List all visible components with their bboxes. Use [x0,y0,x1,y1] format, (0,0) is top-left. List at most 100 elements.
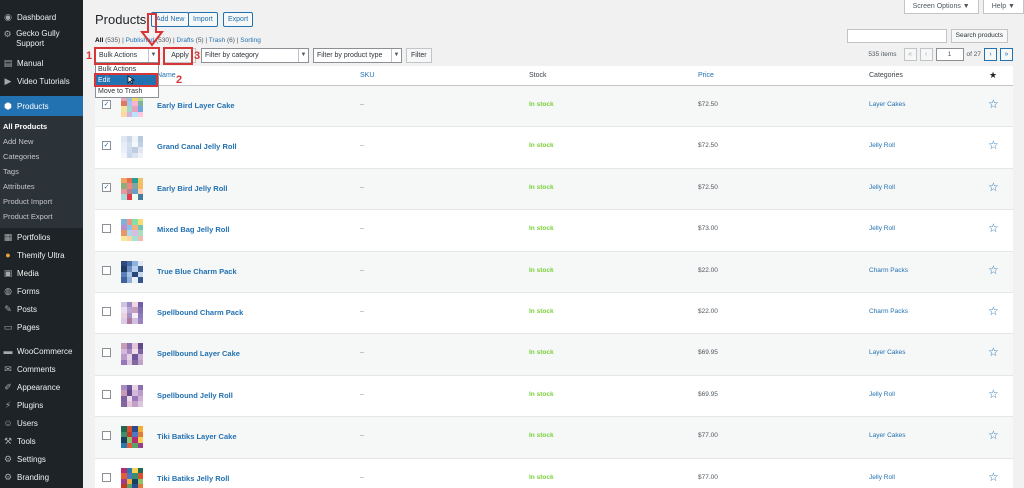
submenu-product-export[interactable]: Product Export [0,209,83,224]
menu-appearance[interactable]: ✐ Appearance [0,378,83,396]
product-thumbnail[interactable] [121,384,143,407]
product-category-link[interactable]: Layer Cakes [869,101,906,108]
product-name-link[interactable]: Mixed Bag Jelly Roll [157,225,230,234]
menu-products[interactable]: ⬢ Products [0,96,83,116]
submenu-add-new[interactable]: Add New [0,134,83,149]
menu-posts[interactable]: ✎ Posts [0,300,83,318]
row-checkbox[interactable] [102,389,111,399]
product-category-link[interactable]: Jelly Roll [869,225,895,232]
featured-star-icon[interactable]: ☆ [988,138,999,152]
column-name[interactable]: Name [157,72,176,79]
product-thumbnail[interactable] [121,301,143,324]
product-thumbnail[interactable] [121,343,143,366]
annotation-number-3: 3 [194,50,201,62]
current-page-input[interactable]: 1 [935,48,964,61]
menu-gecko-support[interactable]: ⚙ Gecko Gully Support [0,26,83,54]
submenu-all-products[interactable]: All Products [0,119,83,134]
menu-portfolios[interactable]: ▦ Portfolios [0,228,83,246]
dropdown-option-move-to-trash[interactable]: Move to Trash [96,86,158,97]
product-name-link[interactable]: Tiki Batiks Jelly Roll [157,474,229,483]
submenu-categories[interactable]: Categories [0,149,83,164]
row-checkbox[interactable] [102,348,111,358]
product-thumbnail[interactable] [121,177,143,200]
featured-star-icon[interactable]: ☆ [988,304,999,318]
row-checkbox[interactable] [102,224,111,234]
product-thumbnail[interactable] [121,136,143,159]
screen-options-button[interactable]: Screen Options ▼ [903,0,979,14]
featured-star-icon[interactable]: ☆ [988,470,999,484]
filter-product-type-select[interactable]: Filter by product type ▼ [313,48,402,63]
row-checkbox[interactable] [102,265,111,275]
view-drafts[interactable]: Drafts [177,37,194,44]
menu-settings[interactable]: ⚙ Settings [0,450,83,468]
product-name-link[interactable]: Tiki Batiks Layer Cake [157,432,237,441]
menu-manual[interactable]: ▤ Manual [0,54,83,72]
submenu-product-import[interactable]: Product Import [0,194,83,209]
first-page-button[interactable]: « [903,48,917,61]
product-name-link[interactable]: Spellbound Jelly Roll [157,391,233,400]
product-category-link[interactable]: Charm Packs [869,308,908,315]
featured-star-icon[interactable]: ☆ [988,428,999,442]
filter-button[interactable]: Filter [406,48,432,63]
featured-star-icon[interactable]: ☆ [988,263,999,277]
export-button[interactable]: Export [223,12,254,27]
featured-star-icon[interactable]: ☆ [988,387,999,401]
row-checkbox[interactable]: ✓ [102,141,111,151]
submenu-attributes[interactable]: Attributes [0,179,83,194]
prev-page-button[interactable]: ‹ [919,48,933,61]
next-page-button[interactable]: › [984,48,997,61]
row-checkbox[interactable]: ✓ [102,100,111,109]
import-button[interactable]: Import [188,12,218,27]
featured-star-icon[interactable]: ★ [989,70,997,81]
menu-plugins[interactable]: ⚡ Plugins [0,396,83,414]
product-category-link[interactable]: Jelly Roll [869,391,895,398]
menu-forms[interactable]: ◍ Forms [0,282,83,300]
featured-star-icon[interactable]: ☆ [988,221,999,235]
view-trash[interactable]: Trash [209,37,225,44]
last-page-button[interactable]: » [1000,48,1013,61]
featured-star-icon[interactable]: ☆ [988,345,999,359]
product-name-link[interactable]: Early Bird Jelly Roll [157,184,227,193]
featured-star-icon[interactable]: ☆ [988,180,999,194]
help-button[interactable]: Help ▼ [982,0,1024,14]
search-input[interactable] [846,29,947,43]
row-checkbox[interactable]: ✓ [102,182,111,192]
product-category-link[interactable]: Jelly Roll [869,474,895,481]
product-category-link[interactable]: Charm Packs [869,267,908,274]
column-price[interactable]: Price [698,72,714,79]
product-category-link[interactable]: Jelly Roll [869,142,895,149]
product-thumbnail[interactable] [121,467,143,488]
submenu-tags[interactable]: Tags [0,164,83,179]
row-checkbox[interactable] [102,472,111,482]
menu-pages[interactable]: ▭ Pages [0,318,83,336]
row-checkbox[interactable] [102,431,111,441]
menu-branding[interactable]: ⚙ Branding [0,468,83,486]
featured-star-icon[interactable]: ☆ [988,97,999,111]
product-name-link[interactable]: Spellbound Charm Pack [157,308,243,317]
product-thumbnail[interactable] [121,95,143,117]
product-category-link[interactable]: Layer Cakes [869,432,906,439]
view-all[interactable]: All [95,37,103,44]
menu-woocommerce[interactable]: ▬ WooCommerce [0,342,83,360]
product-name-link[interactable]: Early Bird Layer Cake [157,101,235,110]
search-products-button[interactable]: Search products [950,29,1008,43]
product-thumbnail[interactable] [121,426,143,449]
column-sku[interactable]: SKU [360,72,374,79]
product-category-link[interactable]: Jelly Roll [869,184,895,191]
product-thumbnail[interactable] [121,260,143,283]
filter-category-select[interactable]: Filter by category ▼ [201,48,309,63]
menu-users[interactable]: ☺ Users [0,414,83,432]
product-name-link[interactable]: Spellbound Layer Cake [157,349,240,358]
product-thumbnail[interactable] [121,219,143,242]
menu-comments[interactable]: ✉ Comments [0,360,83,378]
product-category-link[interactable]: Layer Cakes [869,349,906,356]
view-sorting[interactable]: Sorting [240,37,261,44]
product-name-link[interactable]: Grand Canal Jelly Roll [157,142,237,151]
row-checkbox[interactable] [102,306,111,316]
menu-themify-ultra[interactable]: ● Themify Ultra [0,246,83,264]
menu-dashboard[interactable]: ◉ Dashboard [0,8,83,26]
menu-video-tutorials[interactable]: ▶ Video Tutorials [0,72,83,90]
menu-media[interactable]: ▣ Media [0,264,83,282]
product-name-link[interactable]: True Blue Charm Pack [157,267,237,276]
menu-tools[interactable]: ⚒ Tools [0,432,83,450]
